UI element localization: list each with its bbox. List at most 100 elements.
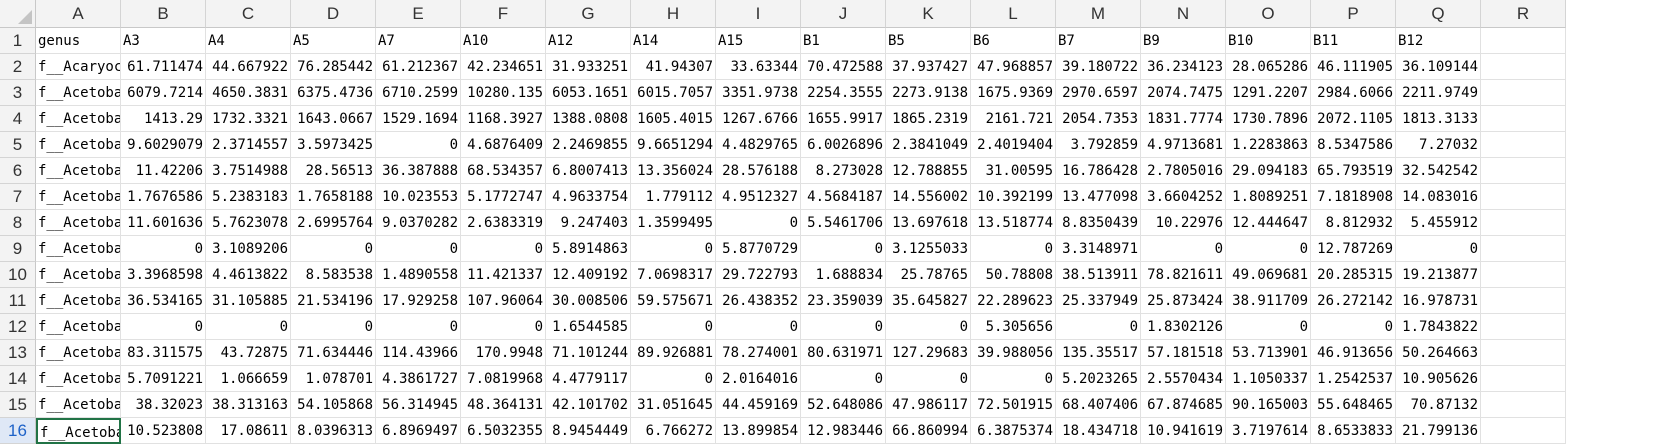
cell-h1[interactable]: A14 [631, 28, 716, 54]
cell-i13[interactable]: 78.274001 [716, 340, 801, 366]
cell-o2[interactable]: 28.065286 [1226, 54, 1311, 80]
column-header-k[interactable]: K [886, 0, 971, 28]
cell-e15[interactable]: 56.314945 [376, 392, 461, 418]
cell-m10[interactable]: 38.513911 [1056, 262, 1141, 288]
cell-g1[interactable]: A12 [546, 28, 631, 54]
cell-g2[interactable]: 31.933251 [546, 54, 631, 80]
row-header-10[interactable]: 10 [0, 262, 36, 288]
cell-k13[interactable]: 127.29683 [886, 340, 971, 366]
cell-p8[interactable]: 8.812932 [1311, 210, 1396, 236]
cell-r10[interactable] [1481, 262, 1566, 288]
cell-l15[interactable]: 72.501915 [971, 392, 1056, 418]
cell-a13[interactable]: f__Acetobacteraceae [36, 340, 121, 366]
cell-p14[interactable]: 1.2542537 [1311, 366, 1396, 392]
cell-m13[interactable]: 135.35517 [1056, 340, 1141, 366]
cell-j13[interactable]: 80.631971 [801, 340, 886, 366]
cell-q14[interactable]: 10.905626 [1396, 366, 1481, 392]
cell-j16[interactable]: 12.983446 [801, 418, 886, 444]
cell-f8[interactable]: 2.6383319 [461, 210, 546, 236]
cell-d1[interactable]: A5 [291, 28, 376, 54]
column-header-r[interactable]: R [1481, 0, 1566, 28]
cell-c7[interactable]: 5.2383183 [206, 184, 291, 210]
cell-f11[interactable]: 107.96064 [461, 288, 546, 314]
cell-n11[interactable]: 25.873424 [1141, 288, 1226, 314]
cell-d2[interactable]: 76.285442 [291, 54, 376, 80]
cell-m12[interactable]: 0 [1056, 314, 1141, 340]
cell-l16[interactable]: 6.3875374 [971, 418, 1056, 444]
cell-n13[interactable]: 57.181518 [1141, 340, 1226, 366]
cell-d4[interactable]: 1643.0667 [291, 106, 376, 132]
cell-l12[interactable]: 5.305656 [971, 314, 1056, 340]
cell-r3[interactable] [1481, 80, 1566, 106]
cell-e9[interactable]: 0 [376, 236, 461, 262]
cell-e1[interactable]: A7 [376, 28, 461, 54]
cell-l2[interactable]: 47.968857 [971, 54, 1056, 80]
cell-r14[interactable] [1481, 366, 1566, 392]
cell-e8[interactable]: 9.0370282 [376, 210, 461, 236]
cell-l13[interactable]: 39.988056 [971, 340, 1056, 366]
cell-o12[interactable]: 0 [1226, 314, 1311, 340]
cell-a2[interactable]: f__Acaryochloridaceae [36, 54, 121, 80]
cell-m6[interactable]: 16.786428 [1056, 158, 1141, 184]
cell-d8[interactable]: 2.6995764 [291, 210, 376, 236]
cell-n12[interactable]: 1.8302126 [1141, 314, 1226, 340]
cell-b2[interactable]: 61.711474 [121, 54, 206, 80]
cell-m11[interactable]: 25.337949 [1056, 288, 1141, 314]
cell-l10[interactable]: 50.78808 [971, 262, 1056, 288]
cell-i11[interactable]: 26.438352 [716, 288, 801, 314]
cell-p10[interactable]: 20.285315 [1311, 262, 1396, 288]
cell-p2[interactable]: 46.111905 [1311, 54, 1396, 80]
cell-o13[interactable]: 53.713901 [1226, 340, 1311, 366]
cell-a12[interactable]: f__Acetobacteraceae [36, 314, 121, 340]
cell-b1[interactable]: A3 [121, 28, 206, 54]
cell-g14[interactable]: 4.4779117 [546, 366, 631, 392]
cell-a14[interactable]: f__Acetobacteraceae [36, 366, 121, 392]
cell-j8[interactable]: 5.5461706 [801, 210, 886, 236]
cell-r11[interactable] [1481, 288, 1566, 314]
cell-i2[interactable]: 33.63344 [716, 54, 801, 80]
cell-f14[interactable]: 7.0819968 [461, 366, 546, 392]
cell-j7[interactable]: 4.5684187 [801, 184, 886, 210]
cell-p12[interactable]: 0 [1311, 314, 1396, 340]
cell-i5[interactable]: 4.4829765 [716, 132, 801, 158]
cell-h16[interactable]: 6.766272 [631, 418, 716, 444]
cell-m5[interactable]: 3.792859 [1056, 132, 1141, 158]
cell-o15[interactable]: 90.165003 [1226, 392, 1311, 418]
cell-l11[interactable]: 22.289623 [971, 288, 1056, 314]
cell-o1[interactable]: B10 [1226, 28, 1311, 54]
cell-h4[interactable]: 1605.4015 [631, 106, 716, 132]
column-header-j[interactable]: J [801, 0, 886, 28]
cell-i16[interactable]: 13.899854 [716, 418, 801, 444]
cell-l3[interactable]: 1675.9369 [971, 80, 1056, 106]
cell-h2[interactable]: 41.94307 [631, 54, 716, 80]
cell-d16[interactable]: 8.0396313 [291, 418, 376, 444]
cell-e6[interactable]: 36.387888 [376, 158, 461, 184]
column-header-f[interactable]: F [461, 0, 546, 28]
cell-b7[interactable]: 1.7676586 [121, 184, 206, 210]
cell-j3[interactable]: 2254.3555 [801, 80, 886, 106]
cell-g8[interactable]: 9.247403 [546, 210, 631, 236]
cell-c16[interactable]: 17.08611 [206, 418, 291, 444]
cell-e16[interactable]: 6.8969497 [376, 418, 461, 444]
row-header-5[interactable]: 5 [0, 132, 36, 158]
cell-i1[interactable]: A15 [716, 28, 801, 54]
cell-l8[interactable]: 13.518774 [971, 210, 1056, 236]
cell-n6[interactable]: 2.7805016 [1141, 158, 1226, 184]
column-header-a[interactable]: A [36, 0, 121, 28]
cell-r15[interactable] [1481, 392, 1566, 418]
cell-q1[interactable]: B12 [1396, 28, 1481, 54]
cell-b3[interactable]: 6079.7214 [121, 80, 206, 106]
cell-m4[interactable]: 2054.7353 [1056, 106, 1141, 132]
cell-l14[interactable]: 0 [971, 366, 1056, 392]
cell-b11[interactable]: 36.534165 [121, 288, 206, 314]
cell-c11[interactable]: 31.105885 [206, 288, 291, 314]
cell-c13[interactable]: 43.72875 [206, 340, 291, 366]
cell-j1[interactable]: B1 [801, 28, 886, 54]
cell-d15[interactable]: 54.105868 [291, 392, 376, 418]
row-header-7[interactable]: 7 [0, 184, 36, 210]
cell-c8[interactable]: 5.7623078 [206, 210, 291, 236]
cell-q12[interactable]: 1.7843822 [1396, 314, 1481, 340]
cell-k3[interactable]: 2273.9138 [886, 80, 971, 106]
cell-k2[interactable]: 37.937427 [886, 54, 971, 80]
select-all-corner[interactable] [0, 0, 36, 28]
